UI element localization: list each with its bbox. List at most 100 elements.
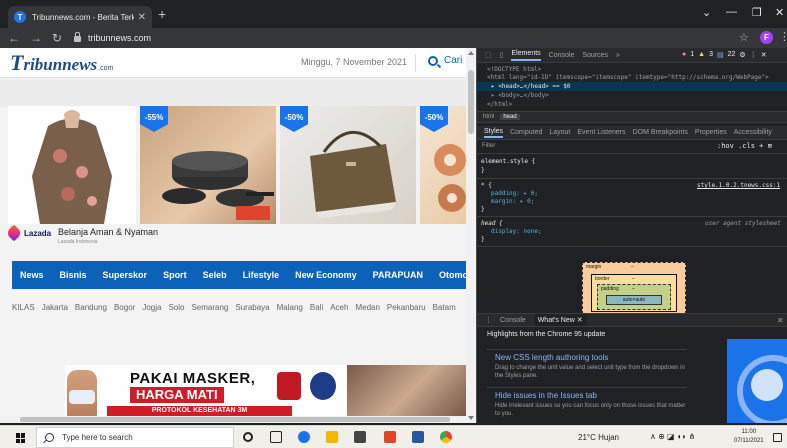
tab-styles[interactable]: Styles — [484, 128, 504, 138]
tab-event-listeners[interactable]: Event Listeners — [577, 129, 625, 136]
filter-tools[interactable]: :hov .cls + ⊞ — [717, 142, 772, 150]
drawer-tab-console[interactable]: Console — [500, 317, 526, 324]
page-horizontal-scrollbar[interactable] — [0, 416, 466, 423]
reload-icon[interactable]: ↻ — [52, 31, 62, 45]
subnav-item[interactable]: Bali — [310, 303, 323, 312]
maximize-button[interactable]: ❐ — [752, 6, 762, 19]
tribunnews-logo[interactable]: T ribunnews .com — [10, 52, 113, 75]
device-toolbar-icon[interactable]: ▯ — [500, 51, 504, 59]
tab-accessibility[interactable]: Accessibility — [734, 129, 772, 136]
lazada-logo[interactable]: Lazada — [5, 224, 51, 242]
more-tabs-icon[interactable]: » — [616, 52, 620, 59]
weather-widget[interactable]: 21°C Hujan — [578, 433, 619, 442]
health-campaign-banner[interactable]: PAKAI MASKER, HARGA MATI PROTOKOL KESEHA… — [65, 365, 468, 423]
tab-dom-breakpoints[interactable]: DOM Breakpoints — [633, 129, 688, 136]
tab-layout[interactable]: Layout — [549, 129, 570, 136]
styles-filter[interactable]: Filter :hov .cls + ⊞ — [477, 140, 787, 154]
subnav-item[interactable]: KILAS — [12, 303, 35, 312]
file-explorer-icon[interactable] — [326, 431, 338, 443]
box-model-diagram[interactable]: margin – border – padding – auto×auto — [582, 262, 686, 314]
taskbar-search-box[interactable]: Type here to search — [36, 427, 234, 448]
nav-item-superskor[interactable]: Superskor — [103, 270, 148, 280]
subnav-item[interactable]: Aceh — [330, 303, 348, 312]
scroll-thumb[interactable] — [468, 70, 474, 134]
stylesheet-link[interactable]: style.1.0.2.tnews.css:1 — [697, 182, 780, 189]
breadcrumb-head[interactable]: head — [500, 114, 520, 120]
drawer-menu-icon[interactable]: ⋮ — [485, 316, 492, 324]
subnav-item[interactable]: Jogja — [142, 303, 161, 312]
nav-item-parapuan[interactable]: PARAPUAN — [373, 270, 423, 280]
tab-properties[interactable]: Properties — [695, 129, 727, 136]
promo-title[interactable]: Belanja Aman & Nyaman — [58, 227, 158, 237]
chrome-icon[interactable] — [440, 431, 452, 443]
address-bar[interactable]: tribunnews.com — [74, 30, 724, 46]
task-view-icon[interactable] — [270, 431, 282, 443]
devtools-status[interactable]: ● 1 ▲ 3 ▤ 22 ⚙ ⋮ ✕ — [682, 51, 767, 59]
windows-start-icon[interactable] — [16, 433, 26, 443]
subnav-item[interactable]: Semarang — [191, 303, 228, 312]
box-model-border[interactable]: border – padding – auto×auto — [591, 274, 677, 312]
office-icon[interactable] — [384, 431, 396, 443]
forward-icon[interactable]: → — [30, 31, 42, 45]
subnav-item[interactable]: Pekanbaru — [387, 303, 426, 312]
nav-item-new-economy[interactable]: New Economy — [295, 270, 357, 280]
product-card-bag[interactable]: -50% — [280, 106, 416, 224]
rule-element-style[interactable]: element.style { } — [477, 155, 787, 179]
clock[interactable]: 11:00 07/11/2021 — [734, 428, 764, 446]
rule-head[interactable]: head { user agent stylesheet display: no… — [477, 217, 787, 247]
browser-menu-icon[interactable]: ⋮ — [779, 30, 787, 43]
subnav-item[interactable]: Medan — [355, 303, 379, 312]
rule-universal[interactable]: * { style.1.0.2.tnews.css:1 padding: ▸ 0… — [477, 179, 787, 217]
html-node[interactable]: <html lang="id-ID" itemscope="itemscope"… — [487, 74, 769, 81]
nav-item-bisnis[interactable]: Bisnis — [60, 270, 87, 280]
mail-icon[interactable] — [354, 431, 366, 443]
subnav-item[interactable]: Surabaya — [235, 303, 269, 312]
devtools-menu-icon[interactable]: ⋮ — [750, 51, 757, 59]
close-window-button[interactable]: ✕ — [775, 6, 784, 19]
minimize-button[interactable]: — — [726, 6, 737, 18]
word-icon[interactable] — [412, 431, 424, 443]
close-devtools-icon[interactable]: ✕ — [761, 51, 767, 59]
product-card-cookware[interactable]: -55% — [140, 106, 276, 224]
box-model-content[interactable]: auto×auto — [606, 295, 662, 305]
subnav-item[interactable]: Bogor — [114, 303, 135, 312]
filter-input[interactable]: Filter — [482, 143, 495, 149]
tab-search-icon[interactable]: ⌄ — [702, 6, 711, 19]
body-node[interactable]: ▸ <body>…</body> — [491, 92, 549, 99]
subnav-item[interactable]: Bandung — [75, 303, 107, 312]
bookmark-star-icon[interactable]: ☆ — [739, 31, 749, 44]
page-vertical-scrollbar[interactable] — [466, 48, 476, 423]
whats-new-card[interactable]: Hide issues in the Issues tab Hide irrel… — [487, 387, 687, 419]
drawer-tab-whats-new[interactable]: What's New ✕ — [533, 314, 587, 326]
profile-avatar[interactable]: F — [760, 31, 773, 44]
subnav-item[interactable]: Batam — [433, 303, 456, 312]
html-close-node[interactable]: </html> — [487, 101, 512, 108]
doctype-node[interactable]: <!DOCTYPE html> — [487, 66, 541, 73]
whats-new-card[interactable]: New CSS length authoring tools Drag to c… — [487, 349, 687, 381]
back-icon[interactable]: ← — [8, 31, 20, 45]
whats-new-card-title[interactable]: Hide issues in the Issues tab — [495, 391, 597, 400]
nav-item-seleb[interactable]: Seleb — [203, 270, 227, 280]
browser-tab[interactable]: T Tribunnews.com - Berita Terkini ✕ — [8, 6, 152, 28]
subnav-item[interactable]: Jakarta — [42, 303, 68, 312]
system-tray-icons[interactable]: ∧ ⊕ ◪ ◖◗ ⋔ — [650, 432, 695, 441]
nav-item-sport[interactable]: Sport — [163, 270, 187, 280]
head-node[interactable]: ▸ <head>…</head> == $0 — [491, 83, 570, 90]
whats-new-card-title[interactable]: New CSS length authoring tools — [495, 353, 608, 362]
tab-console[interactable]: Console — [549, 52, 575, 59]
search-button[interactable]: Cari — [428, 55, 462, 66]
subnav-item[interactable]: Malang — [277, 303, 303, 312]
edge-icon[interactable] — [298, 431, 310, 443]
breadcrumb-html[interactable]: html — [483, 114, 494, 120]
close-drawer-icon[interactable]: ✕ — [777, 316, 784, 325]
cortana-icon[interactable] — [243, 432, 253, 442]
settings-gear-icon[interactable]: ⚙ — [739, 51, 745, 59]
horizontal-scroll-thumb[interactable] — [20, 417, 450, 422]
inspect-element-icon[interactable]: ⬚ — [485, 51, 492, 59]
tab-elements[interactable]: Elements — [511, 50, 541, 61]
tab-computed[interactable]: Computed — [510, 129, 542, 136]
tab-sources[interactable]: Sources — [582, 52, 608, 59]
scroll-up-icon[interactable] — [468, 51, 474, 55]
nav-item-otomotif[interactable]: Otomo — [439, 270, 468, 280]
box-model-padding[interactable]: padding – auto×auto — [597, 284, 671, 310]
